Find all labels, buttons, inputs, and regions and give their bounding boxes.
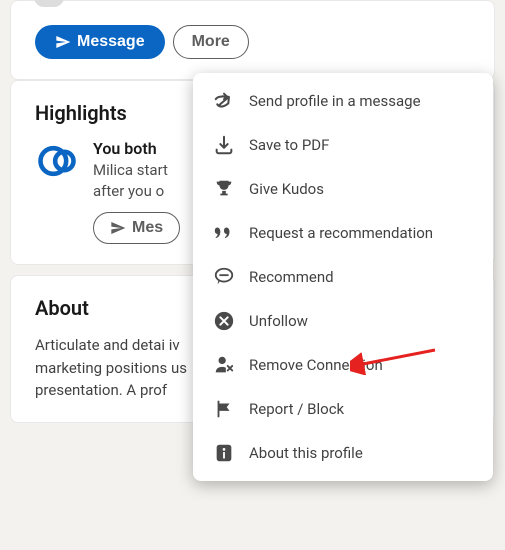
x-circle-icon bbox=[213, 310, 235, 332]
highlight-message-button[interactable]: Mes bbox=[93, 212, 180, 244]
menu-label: Request a recommendation bbox=[249, 224, 433, 242]
connection-circles-icon bbox=[35, 139, 79, 183]
menu-label: Send profile in a message bbox=[249, 92, 421, 110]
menu-unfollow[interactable]: Unfollow bbox=[193, 299, 493, 343]
highlight-subtitle: Milica start after you o bbox=[93, 160, 180, 202]
menu-label: Unfollow bbox=[249, 312, 308, 330]
send-icon bbox=[110, 220, 126, 236]
info-icon bbox=[213, 442, 235, 464]
menu-request-recommendation[interactable]: Request a recommendation bbox=[193, 211, 493, 255]
menu-remove-connection[interactable]: Remove Connection bbox=[193, 343, 493, 387]
menu-send-profile[interactable]: Send profile in a message bbox=[193, 79, 493, 123]
more-button[interactable]: More bbox=[173, 25, 249, 59]
speech-bubble-icon bbox=[213, 266, 235, 288]
more-dropdown: Send profile in a message Save to PDF Gi… bbox=[193, 73, 493, 481]
menu-save-pdf[interactable]: Save to PDF bbox=[193, 123, 493, 167]
highlight-title: You both bbox=[93, 139, 180, 158]
more-button-label: More bbox=[192, 33, 230, 50]
person-x-icon bbox=[213, 354, 235, 376]
avatar-fragment bbox=[34, 0, 64, 7]
menu-label: Remove Connection bbox=[249, 356, 383, 374]
menu-give-kudos[interactable]: Give Kudos bbox=[193, 167, 493, 211]
download-icon bbox=[213, 134, 235, 156]
profile-card-top-fragment bbox=[10, 0, 495, 25]
flag-icon bbox=[213, 398, 235, 420]
menu-about-profile[interactable]: About this profile bbox=[193, 431, 493, 475]
trophy-icon bbox=[213, 178, 235, 200]
send-icon bbox=[55, 34, 71, 50]
message-button-label: Message bbox=[77, 33, 145, 51]
menu-label: Report / Block bbox=[249, 400, 344, 418]
highlight-message-label: Mes bbox=[132, 219, 163, 237]
menu-recommend[interactable]: Recommend bbox=[193, 255, 493, 299]
menu-report-block[interactable]: Report / Block bbox=[193, 387, 493, 431]
highlight-text: You both Milica start after you o Mes bbox=[93, 139, 180, 244]
quote-icon bbox=[213, 222, 235, 244]
profile-actions-row: Message More bbox=[10, 25, 495, 80]
menu-label: Save to PDF bbox=[249, 136, 329, 154]
menu-label: About this profile bbox=[249, 444, 363, 462]
share-arrow-icon bbox=[213, 90, 235, 112]
menu-label: Recommend bbox=[249, 268, 334, 286]
menu-label: Give Kudos bbox=[249, 180, 324, 198]
message-button[interactable]: Message bbox=[35, 25, 165, 59]
